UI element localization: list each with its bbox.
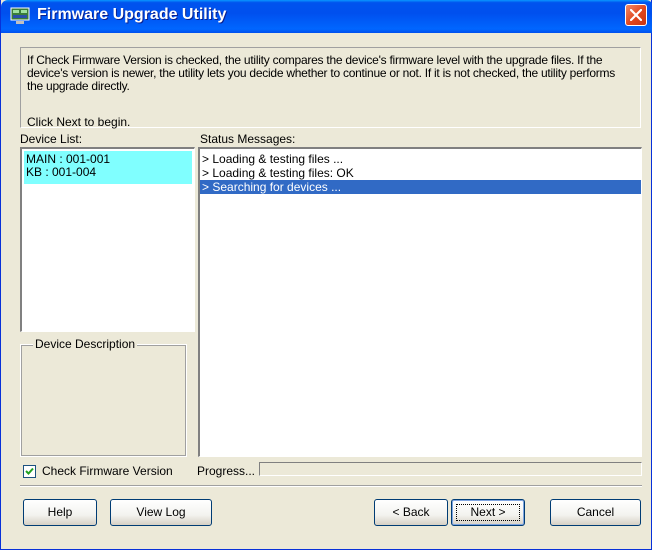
- close-button[interactable]: [625, 4, 647, 26]
- view-log-button[interactable]: View Log: [110, 499, 212, 526]
- close-icon: [630, 9, 642, 21]
- app-icon: [10, 7, 30, 24]
- progress-label: Progress...: [197, 464, 256, 478]
- status-message-selected: > Searching for devices ...: [200, 180, 641, 194]
- window-title: Firmware Upgrade Utility: [37, 6, 227, 23]
- check-firmware-checkbox[interactable]: [23, 465, 36, 478]
- cancel-button[interactable]: Cancel: [550, 499, 641, 526]
- status-message: > Loading & testing files ...: [202, 152, 344, 166]
- device-description-group: Device Description: [20, 337, 187, 457]
- firmware-upgrade-window: Firmware Upgrade Utility If Check Firmwa…: [0, 0, 652, 550]
- device-description-label: Device Description: [33, 337, 138, 351]
- progress-bar: [259, 462, 642, 476]
- device-list-item[interactable]: KB : 001-004: [26, 166, 96, 179]
- next-button[interactable]: Next >: [451, 499, 525, 526]
- device-list-label: Device List:: [20, 132, 83, 146]
- client-area: If Check Firmware Version is checked, th…: [4, 33, 649, 547]
- status-messages-label: Status Messages:: [200, 132, 296, 146]
- click-next-hint: Click Next to begin.: [27, 115, 131, 129]
- check-firmware-label[interactable]: Check Firmware Version: [42, 464, 173, 478]
- separator: [20, 485, 642, 487]
- back-button[interactable]: < Back: [374, 499, 448, 526]
- help-button[interactable]: Help: [23, 499, 97, 526]
- status-message: > Loading & testing files: OK: [202, 166, 354, 180]
- info-panel: If Check Firmware Version is checked, th…: [20, 47, 641, 129]
- checkmark-icon: [25, 467, 34, 475]
- status-messages-list[interactable]: > Loading & testing files ... > Loading …: [198, 147, 642, 457]
- info-text: If Check Firmware Version is checked, th…: [27, 53, 616, 93]
- device-list[interactable]: MAIN : 001-001 KB : 001-004: [20, 147, 195, 332]
- title-bar[interactable]: Firmware Upgrade Utility: [1, 0, 652, 33]
